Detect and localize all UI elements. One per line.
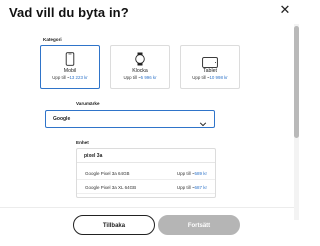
continue-button[interactable]: Fortsätt bbox=[158, 215, 240, 235]
back-button[interactable]: Tillbaka bbox=[73, 215, 155, 235]
close-icon[interactable]: ✕ bbox=[278, 3, 292, 17]
price-amount: 5 996 kr bbox=[140, 75, 157, 80]
scrollbar-thumb[interactable] bbox=[294, 26, 299, 138]
category-card-mobil[interactable]: Mobil Upp till ~13 223 kr bbox=[40, 45, 100, 89]
category-card-price: Upp till ~10 998 kr bbox=[192, 75, 228, 80]
price-prefix: Upp till bbox=[176, 185, 191, 190]
category-card-name: Tablet bbox=[203, 68, 217, 74]
device-combobox: pixel 3a Google Pixel 3a 64GB Upp till ~… bbox=[76, 148, 216, 198]
price-prefix: Upp till bbox=[192, 75, 206, 80]
device-search-input[interactable]: pixel 3a bbox=[77, 149, 215, 163]
dialog-title: Vad vill du byta in? bbox=[9, 5, 129, 20]
trade-in-dialog: Vad vill du byta in? ✕ Kategori Mobil Up… bbox=[0, 0, 300, 246]
price-prefix: Upp till bbox=[176, 171, 191, 176]
brand-label: Varumärke bbox=[76, 101, 100, 106]
device-label: Enhet bbox=[76, 140, 89, 145]
category-card-tablet[interactable]: Tablet Upp till ~10 998 kr bbox=[180, 45, 240, 89]
category-card-klocka[interactable]: Klocka Upp till ~5 996 kr bbox=[110, 45, 170, 89]
brand-select-value: Google bbox=[53, 116, 71, 122]
price-prefix: Upp till bbox=[123, 75, 137, 80]
device-option-name: Google Pixel 3a 64GB bbox=[85, 171, 130, 176]
category-card-price: Upp till ~13 223 kr bbox=[52, 75, 88, 80]
category-card-name: Mobil bbox=[63, 68, 77, 74]
price-amount: 10 998 kr bbox=[209, 75, 228, 80]
category-card-price: Upp till ~5 996 kr bbox=[123, 75, 157, 80]
device-option-name: Google Pixel 3a XL 64GB bbox=[85, 185, 137, 190]
device-search-value: pixel 3a bbox=[84, 153, 103, 159]
brand-select[interactable]: Google bbox=[45, 110, 215, 128]
device-option-price: Upp till ~589 kr bbox=[176, 171, 207, 176]
chevron-down-icon bbox=[199, 115, 207, 127]
device-option[interactable]: Google Pixel 3a XL 64GB Upp till ~687 kr bbox=[77, 182, 215, 194]
price-amount: 687 kr bbox=[194, 185, 207, 190]
price-amount: 13 223 kr bbox=[69, 75, 88, 80]
device-option[interactable]: Google Pixel 3a 64GB Upp till ~589 kr bbox=[77, 168, 215, 180]
category-label: Kategori bbox=[43, 37, 62, 42]
device-option-price: Upp till ~687 kr bbox=[176, 185, 207, 190]
price-amount: 589 kr bbox=[194, 171, 207, 176]
category-card-name: Klocka bbox=[132, 68, 148, 74]
price-prefix: Upp till bbox=[52, 75, 66, 80]
